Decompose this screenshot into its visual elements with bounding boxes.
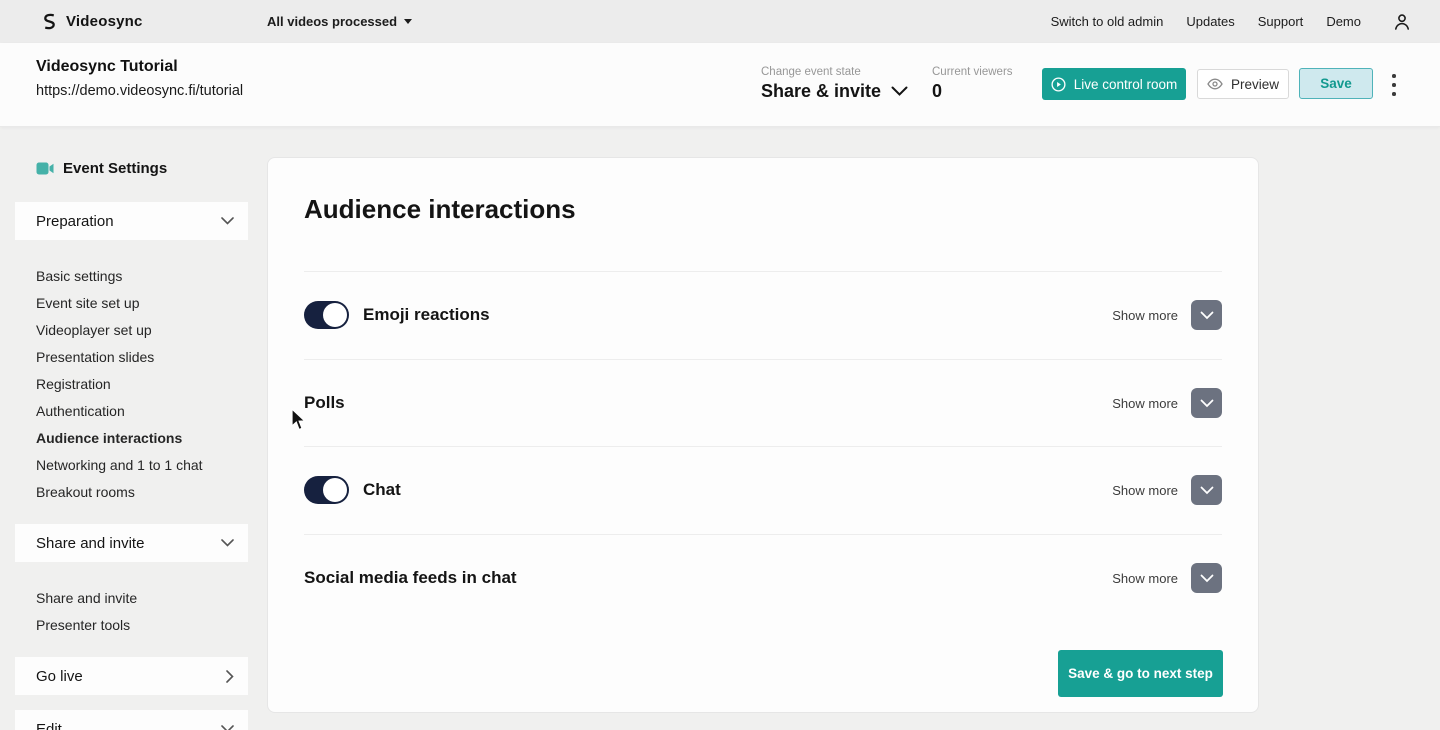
chevron-right-icon xyxy=(226,669,234,683)
link-demo[interactable]: Demo xyxy=(1326,14,1361,29)
emoji-reactions-label: Emoji reactions xyxy=(363,305,490,324)
chevron-down-icon xyxy=(891,86,908,96)
videosync-admin-screen: Videosync All videos processed Switch to… xyxy=(0,0,1440,730)
save-button[interactable]: Save xyxy=(1299,68,1373,99)
chevron-down-icon xyxy=(1200,399,1213,407)
emoji-reactions-expand-button[interactable] xyxy=(1191,300,1222,330)
chevron-down-icon xyxy=(1200,311,1213,319)
play-circle-icon xyxy=(1051,76,1066,92)
event-settings-title: Event Settings xyxy=(36,160,167,177)
sidebar-section-go-live[interactable]: Go live xyxy=(15,657,248,695)
live-control-room-button[interactable]: Live control room xyxy=(1042,68,1186,100)
sidebar-item-registration[interactable]: Registration xyxy=(36,370,248,397)
chat-toggle[interactable] xyxy=(304,476,349,504)
logo-text: Videosync xyxy=(66,13,143,30)
social-media-feeds-show-more[interactable]: Show more xyxy=(1112,571,1178,586)
social-media-feeds-label: Social media feeds in chat xyxy=(304,568,517,587)
polls-label: Polls xyxy=(304,393,345,412)
page-title: Audience interactions xyxy=(304,194,576,224)
row-social-media-feeds: Social media feeds in chat Show more xyxy=(268,534,1258,622)
share-and-invite-label: Share and invite xyxy=(36,534,145,552)
videosync-logo[interactable]: Videosync xyxy=(40,12,143,31)
sidebar-section-edit[interactable]: Edit xyxy=(15,710,248,730)
go-live-label: Go live xyxy=(36,667,83,685)
link-switch-old-admin[interactable]: Switch to old admin xyxy=(1051,14,1164,29)
event-header: Videosync Tutorial https://demo.videosyn… xyxy=(0,43,1440,127)
videosync-s-icon xyxy=(44,13,55,30)
event-title: Videosync Tutorial xyxy=(36,58,178,75)
save-label: Save xyxy=(1320,76,1352,91)
change-event-state-label: Change event state xyxy=(761,66,861,78)
chevron-down-icon xyxy=(1200,574,1213,582)
row-chat: Chat Show more xyxy=(268,446,1258,534)
videos-processed-label: All videos processed xyxy=(267,14,398,29)
sidebar-item-breakout-rooms[interactable]: Breakout rooms xyxy=(36,478,248,505)
save-and-next-step-button[interactable]: Save & go to next step xyxy=(1058,650,1223,697)
share-invite-items: Share and invite Presenter tools xyxy=(36,584,248,638)
row-emoji-reactions: Emoji reactions Show more xyxy=(268,271,1258,359)
preparation-label: Preparation xyxy=(36,212,114,230)
preview-label: Preview xyxy=(1230,76,1279,92)
social-media-feeds-expand-button[interactable] xyxy=(1191,563,1222,593)
sidebar-item-basic-settings[interactable]: Basic settings xyxy=(36,262,248,289)
audience-interactions-panel: Audience interactions Emoji reactions Sh… xyxy=(267,157,1259,713)
link-updates[interactable]: Updates xyxy=(1186,14,1234,29)
event-url[interactable]: https://demo.videosync.fi/tutorial xyxy=(36,83,243,99)
chat-show-more[interactable]: Show more xyxy=(1112,483,1178,498)
sidebar-item-event-site-set-up[interactable]: Event site set up xyxy=(36,289,248,316)
event-state-value: Share & invite xyxy=(761,81,882,101)
polls-expand-button[interactable] xyxy=(1191,388,1222,418)
video-camera-icon xyxy=(36,162,54,175)
chat-expand-button[interactable] xyxy=(1191,475,1222,505)
chevron-down-icon xyxy=(1200,486,1213,494)
topbar-links: Switch to old admin Updates Support Demo xyxy=(1051,12,1440,32)
chevron-down-icon xyxy=(221,217,234,225)
chevron-down-icon xyxy=(221,539,234,547)
sidebar-item-networking-1to1-chat[interactable]: Networking and 1 to 1 chat xyxy=(36,451,248,478)
sidebar-item-presentation-slides[interactable]: Presentation slides xyxy=(36,343,248,370)
current-viewers-label: Current viewers xyxy=(932,66,1013,78)
row-polls: Polls Show more xyxy=(268,359,1258,447)
toggle-knob xyxy=(323,478,347,502)
chat-label: Chat xyxy=(363,480,401,499)
chevron-down-icon xyxy=(221,725,234,730)
sidebar-section-preparation[interactable]: Preparation xyxy=(15,202,248,240)
polls-show-more[interactable]: Show more xyxy=(1112,396,1178,411)
event-state-dropdown[interactable]: Share & invite xyxy=(761,81,908,102)
emoji-reactions-show-more[interactable]: Show more xyxy=(1112,308,1178,323)
sidebar-section-share-and-invite[interactable]: Share and invite xyxy=(15,524,248,562)
current-viewers-count: 0 xyxy=(932,81,943,101)
sidebar-item-presenter-tools[interactable]: Presenter tools xyxy=(36,611,248,638)
sidebar-item-share-and-invite[interactable]: Share and invite xyxy=(36,584,248,611)
caret-down-icon xyxy=(404,19,413,24)
sidebar-item-authentication[interactable]: Authentication xyxy=(36,397,248,424)
user-account-icon[interactable] xyxy=(1392,12,1412,32)
link-support[interactable]: Support xyxy=(1258,14,1304,29)
preview-button[interactable]: Preview xyxy=(1197,69,1289,99)
eye-icon xyxy=(1207,78,1223,90)
videos-processed-dropdown[interactable]: All videos processed xyxy=(267,0,413,43)
live-control-room-label: Live control room xyxy=(1073,76,1178,92)
emoji-reactions-toggle[interactable] xyxy=(304,301,349,329)
edit-label: Edit xyxy=(36,720,62,730)
sidebar-item-videoplayer-set-up[interactable]: Videoplayer set up xyxy=(36,316,248,343)
event-settings-label: Event Settings xyxy=(63,160,168,177)
top-bar: Videosync All videos processed Switch to… xyxy=(0,0,1440,43)
sidebar-item-audience-interactions[interactable]: Audience interactions xyxy=(36,424,248,451)
preparation-items: Basic settings Event site set up Videopl… xyxy=(36,262,248,505)
toggle-knob xyxy=(323,303,347,327)
more-options-kebab-menu[interactable] xyxy=(1389,74,1399,96)
